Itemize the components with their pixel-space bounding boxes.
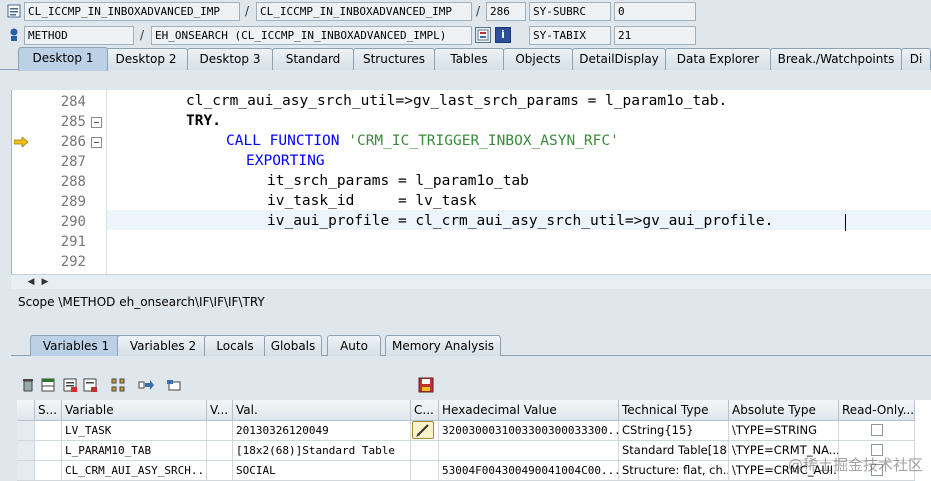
line-number: 291 bbox=[60, 234, 86, 250]
class-icon bbox=[7, 4, 21, 18]
hierarchy-icon[interactable] bbox=[110, 377, 126, 393]
line-number: 289 bbox=[60, 194, 86, 210]
change-value-pencil-icon[interactable] bbox=[412, 421, 434, 439]
tab-structures[interactable]: Structures bbox=[353, 48, 435, 70]
delete-icon[interactable] bbox=[20, 377, 36, 393]
variable-value[interactable]: SOCIAL bbox=[233, 461, 411, 481]
variable-value[interactable]: 20130326120049 bbox=[233, 421, 411, 441]
tab-data-explorer[interactable]: Data Explorer bbox=[665, 48, 771, 70]
navigate-icon[interactable] bbox=[138, 377, 154, 393]
tab-variables-2[interactable]: Variables 2 bbox=[117, 335, 209, 356]
fold-toggle-icon[interactable] bbox=[91, 137, 102, 148]
current-statement-arrow-icon bbox=[14, 137, 28, 147]
code-line-284: cl_crm_aui_asy_srch_util=>gv_last_srch_p… bbox=[186, 93, 728, 109]
line-number: 287 bbox=[60, 154, 86, 170]
display-object-icon[interactable] bbox=[475, 27, 491, 43]
sysvar-name-2[interactable]: SY-TABIX bbox=[529, 26, 611, 45]
sysvar-value-1[interactable]: 0 bbox=[614, 2, 696, 21]
code-line-288: it_srch_params = l_param1o_tab bbox=[267, 173, 529, 189]
line-field[interactable]: 286 bbox=[486, 2, 526, 21]
tab-locals[interactable]: Locals bbox=[204, 335, 266, 356]
code-line-290: iv_aui_profile = cl_crm_aui_asy_srch_uti… bbox=[267, 213, 774, 229]
col-header-v[interactable]: V... bbox=[207, 400, 233, 421]
col-header-value[interactable]: Val. bbox=[233, 400, 411, 421]
type-field[interactable]: METHOD bbox=[24, 26, 134, 45]
col-header-technical-type[interactable]: Technical Type bbox=[619, 400, 729, 421]
tab-detaildisplay[interactable]: DetailDisplay bbox=[572, 48, 666, 70]
hex-value[interactable]: 3200300031003300300033300... bbox=[439, 421, 619, 441]
col-header-c[interactable]: C... bbox=[411, 400, 439, 421]
technical-type: CString{15} bbox=[619, 421, 729, 441]
variable-name[interactable]: L_PARAM10_TAB bbox=[62, 441, 207, 461]
tab-auto[interactable]: Auto bbox=[327, 335, 381, 356]
col-header-s[interactable]: S... bbox=[35, 400, 62, 421]
tab-desktop-3[interactable]: Desktop 3 bbox=[187, 48, 273, 70]
hex-value[interactable]: 53004F004300490041004C00... bbox=[439, 461, 619, 481]
header-row-1: CL_ICCMP_IN_INBOXADVANCED_IMP / CL_ICCMP… bbox=[0, 0, 931, 22]
class-field[interactable]: CL_ICCMP_IN_INBOXADVANCED_IMP bbox=[24, 2, 240, 21]
absolute-type: \TYPE=STRING bbox=[729, 421, 839, 441]
scroll-left-icon[interactable]: ◀ bbox=[25, 276, 37, 288]
header-row-2: METHOD / EH_ONSEARCH (CL_ICCMP_IN_INBOXA… bbox=[0, 24, 931, 46]
tab-desktop-2[interactable]: Desktop 2 bbox=[104, 48, 188, 70]
class-field-2[interactable]: CL_ICCMP_IN_INBOXADVANCED_IMP bbox=[256, 2, 472, 21]
code-line-285: TRY. bbox=[186, 113, 221, 129]
line-number: 290 bbox=[60, 214, 86, 230]
col-header-hex[interactable]: Hexadecimal Value bbox=[439, 400, 619, 421]
col-header-read-only[interactable]: Read-Only... bbox=[839, 400, 915, 421]
variables-tabs: Variables 1 Variables 2 Locals Globals A… bbox=[11, 334, 931, 356]
method-field[interactable]: EH_ONSEARCH (CL_ICCMP_IN_INBOXADVANCED_I… bbox=[151, 26, 472, 45]
line-number: 285 bbox=[60, 114, 86, 130]
table-row bbox=[35, 461, 62, 481]
tab-standard[interactable]: Standard bbox=[272, 48, 354, 70]
desktop-tabs: Desktop 1 Desktop 2 Desktop 3 Standard S… bbox=[0, 46, 931, 71]
sysvar-value-2[interactable]: 21 bbox=[614, 26, 696, 45]
tab-di[interactable]: Di bbox=[901, 48, 931, 70]
tab-objects[interactable]: Objects bbox=[503, 48, 573, 70]
col-header-variable[interactable]: Variable bbox=[62, 400, 207, 421]
editor-horizontal-scrollbar[interactable]: ◀ ▶ bbox=[11, 274, 931, 289]
info-icon[interactable]: i bbox=[495, 27, 511, 43]
list-icon[interactable] bbox=[62, 377, 78, 393]
code-line-287: EXPORTING bbox=[246, 153, 325, 169]
tab-tables[interactable]: Tables bbox=[434, 48, 504, 70]
line-number: 288 bbox=[60, 174, 86, 190]
variable-value[interactable]: [18x2(68)]Standard Table bbox=[233, 441, 411, 461]
col-header-absolute-type[interactable]: Absolute Type bbox=[729, 400, 839, 421]
text-cursor bbox=[845, 214, 846, 231]
table-row bbox=[35, 421, 62, 441]
line-number: 284 bbox=[60, 94, 86, 110]
variable-name[interactable]: LV_TASK bbox=[62, 421, 207, 441]
watermark: @稀土掘金技术社区 bbox=[787, 456, 923, 474]
table-row bbox=[35, 441, 62, 461]
folder-icon[interactable] bbox=[166, 377, 182, 393]
sysvar-name-1[interactable]: SY-SUBRC bbox=[529, 2, 611, 21]
scope-path: Scope \METHOD eh_onsearch\IF\IF\IF\TRY bbox=[18, 295, 265, 309]
tab-memory-analysis[interactable]: Memory Analysis bbox=[385, 335, 501, 356]
tab-globals[interactable]: Globals bbox=[264, 335, 322, 356]
code-line-286: CALL FUNCTION 'CRM_IC_TRIGGER_INBOX_ASYN… bbox=[226, 133, 619, 149]
tab-break-watchpoints[interactable]: Break./Watchpoints bbox=[770, 48, 902, 70]
grid-corner[interactable] bbox=[17, 400, 35, 421]
fold-toggle-icon[interactable] bbox=[91, 117, 102, 128]
variable-name[interactable]: CL_CRM_AUI_ASY_SRCH... bbox=[62, 461, 207, 481]
tab-variables-1[interactable]: Variables 1 bbox=[30, 335, 122, 356]
read-only-checkbox[interactable] bbox=[871, 424, 883, 436]
save-icon[interactable] bbox=[418, 377, 434, 393]
code-line-289: iv_task_id = lv_task bbox=[267, 193, 477, 209]
scroll-right-icon[interactable]: ▶ bbox=[39, 276, 51, 288]
source-editor[interactable]: 284 285 286 287 288 289 290 291 292 cl_c… bbox=[11, 90, 931, 274]
line-number: 292 bbox=[60, 254, 86, 270]
table-icon[interactable] bbox=[40, 377, 56, 393]
row-selector[interactable] bbox=[17, 461, 35, 481]
line-number: 286 bbox=[60, 134, 86, 150]
method-icon bbox=[10, 28, 18, 41]
hex-value[interactable] bbox=[439, 441, 619, 461]
row-selector[interactable] bbox=[17, 421, 35, 441]
technical-type: Standard Table[18... bbox=[619, 441, 729, 461]
layout-icon[interactable] bbox=[82, 377, 98, 393]
row-selector[interactable] bbox=[17, 441, 35, 461]
technical-type: Structure: flat, ch... bbox=[619, 461, 729, 481]
tab-desktop-1[interactable]: Desktop 1 bbox=[18, 47, 108, 71]
